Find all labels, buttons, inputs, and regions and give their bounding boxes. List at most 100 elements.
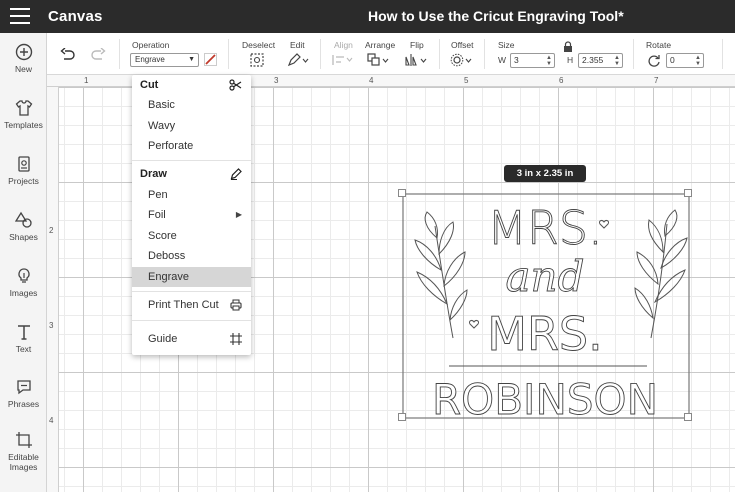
rotate-label: Rotate bbox=[646, 40, 672, 50]
shapes-button[interactable]: Shapes bbox=[0, 211, 47, 242]
plus-circle-icon bbox=[15, 43, 32, 61]
resize-handle-bottom-right[interactable] bbox=[684, 413, 692, 421]
engrave-design[interactable]: MRS. and MRS. ROBINSON bbox=[395, 186, 695, 426]
left-leaf-branch bbox=[414, 211, 468, 339]
hamburger-menu-icon[interactable] bbox=[10, 8, 30, 24]
spinner-arrows-icon[interactable]: ▲ ▼ bbox=[614, 55, 620, 67]
editable-images-icon bbox=[15, 432, 32, 448]
rotate-icon[interactable] bbox=[647, 54, 661, 67]
projects-button[interactable]: Projects bbox=[0, 155, 47, 186]
ruler-tick: 4 bbox=[369, 76, 374, 85]
height-value: 2.355 bbox=[582, 55, 604, 65]
toolbar-divider bbox=[320, 39, 321, 69]
chevron-right-icon: ▶ bbox=[235, 210, 242, 219]
projects-label: Projects bbox=[8, 176, 39, 186]
width-input[interactable]: 3 ▲ ▼ bbox=[510, 53, 555, 68]
menu-item-print-then-cut[interactable]: Print Then Cut bbox=[132, 295, 251, 315]
redo-icon[interactable] bbox=[90, 48, 106, 62]
design-line-2: and bbox=[506, 252, 585, 301]
height-letter: H bbox=[567, 55, 574, 65]
ruler-tick: 4 bbox=[49, 416, 54, 425]
deselect-label: Deselect bbox=[242, 40, 276, 50]
images-label: Images bbox=[9, 288, 38, 298]
text-button[interactable]: Text bbox=[0, 323, 47, 354]
guide-label: Guide bbox=[148, 333, 178, 345]
menu-item-foil[interactable]: Foil ▶ bbox=[132, 205, 251, 225]
resize-handle-top-left[interactable] bbox=[398, 189, 406, 197]
pen-edit-icon[interactable] bbox=[287, 53, 309, 67]
menu-item-pen[interactable]: Pen bbox=[132, 185, 251, 205]
menu-divider bbox=[132, 291, 251, 292]
ruler-tick: 2 bbox=[49, 226, 54, 235]
width-value: 3 bbox=[514, 55, 519, 65]
menu-item-engrave[interactable]: Engrave bbox=[132, 267, 251, 287]
flip-icon[interactable] bbox=[405, 53, 429, 67]
rotate-input[interactable]: 0 ▲ ▼ bbox=[666, 53, 704, 68]
toolbar-divider bbox=[722, 39, 723, 69]
new-button[interactable]: New bbox=[0, 43, 47, 74]
menu-item-guide[interactable]: Guide bbox=[132, 329, 251, 349]
shapes-icon bbox=[14, 211, 32, 228]
align-label: Align bbox=[334, 40, 353, 50]
cut-heading: Cut bbox=[140, 79, 159, 91]
resize-handle-bottom-left[interactable] bbox=[398, 413, 406, 421]
ruler-tick: 6 bbox=[559, 76, 564, 85]
right-leaf-branch bbox=[634, 209, 688, 339]
arrange-icon[interactable] bbox=[367, 53, 391, 67]
ruler-tick: 1 bbox=[84, 76, 89, 85]
templates-label: Templates bbox=[4, 120, 43, 130]
document-title[interactable]: How to Use the Cricut Engraving Tool* bbox=[368, 8, 624, 24]
operation-value: Engrave bbox=[135, 55, 165, 64]
menu-item-deboss[interactable]: Deboss bbox=[132, 246, 251, 266]
operation-dropdown-menu: Cut Basic Wavy Perforate Draw Pen Foil ▶… bbox=[132, 75, 251, 355]
flip-label: Flip bbox=[410, 40, 424, 50]
templates-button[interactable]: Templates bbox=[0, 99, 47, 130]
toolbar: Operation Engrave ▼ Deselect Edit Align … bbox=[47, 33, 735, 75]
printer-icon bbox=[230, 299, 242, 311]
toolbar-divider bbox=[439, 39, 440, 69]
app-title: Canvas bbox=[48, 8, 103, 25]
operation-select[interactable]: Engrave ▼ bbox=[130, 53, 199, 67]
undo-icon[interactable] bbox=[60, 48, 76, 62]
speech-bubble-icon bbox=[16, 380, 31, 395]
top-bar: Canvas How to Use the Cricut Engraving T… bbox=[0, 0, 735, 33]
menu-item-basic[interactable]: Basic bbox=[132, 95, 251, 115]
print-then-cut-label: Print Then Cut bbox=[148, 299, 219, 311]
rotate-value: 0 bbox=[670, 55, 675, 65]
lightbulb-icon bbox=[17, 268, 30, 283]
shapes-label: Shapes bbox=[9, 232, 38, 242]
toolbar-divider bbox=[119, 39, 120, 69]
left-panel: New Templates Projects Shapes Images Tex… bbox=[0, 33, 47, 492]
toolbar-divider bbox=[228, 39, 229, 69]
height-input[interactable]: 2.355 ▲ ▼ bbox=[578, 53, 623, 68]
ruler-tick: 3 bbox=[274, 76, 279, 85]
menu-item-perforate[interactable]: Perforate bbox=[132, 136, 251, 156]
pen-icon bbox=[230, 168, 242, 180]
phrases-label: Phrases bbox=[7, 399, 40, 409]
draw-heading: Draw bbox=[140, 168, 167, 180]
spinner-arrows-icon[interactable]: ▲ ▼ bbox=[695, 55, 701, 67]
phrases-button[interactable]: Phrases bbox=[0, 378, 47, 409]
design-line-1: MRS. bbox=[487, 201, 602, 255]
deselect-icon[interactable] bbox=[250, 53, 264, 67]
images-button[interactable]: Images bbox=[0, 267, 47, 298]
projects-icon bbox=[17, 156, 30, 172]
resize-handle-top-right[interactable] bbox=[684, 189, 692, 197]
design-line-3: MRS. bbox=[487, 307, 602, 361]
align-icon[interactable] bbox=[332, 54, 354, 66]
operation-label: Operation bbox=[132, 40, 170, 50]
toolbar-divider bbox=[484, 39, 485, 69]
menu-item-wavy[interactable]: Wavy bbox=[132, 116, 251, 136]
heart-icon bbox=[469, 320, 479, 329]
lock-icon[interactable] bbox=[563, 41, 573, 52]
spinner-arrows-icon[interactable]: ▲ ▼ bbox=[546, 55, 552, 67]
menu-item-score[interactable]: Score bbox=[132, 226, 251, 246]
text-icon bbox=[17, 325, 30, 340]
guide-icon bbox=[230, 333, 242, 345]
arrange-label: Arrange bbox=[365, 40, 396, 50]
color-swatch-icon[interactable] bbox=[204, 53, 217, 66]
offset-icon[interactable] bbox=[450, 53, 474, 67]
width-letter: W bbox=[498, 55, 507, 65]
dimensions-badge: 3 in x 2.35 in bbox=[504, 165, 586, 182]
editable-images-button[interactable]: Editable Images bbox=[0, 431, 47, 472]
